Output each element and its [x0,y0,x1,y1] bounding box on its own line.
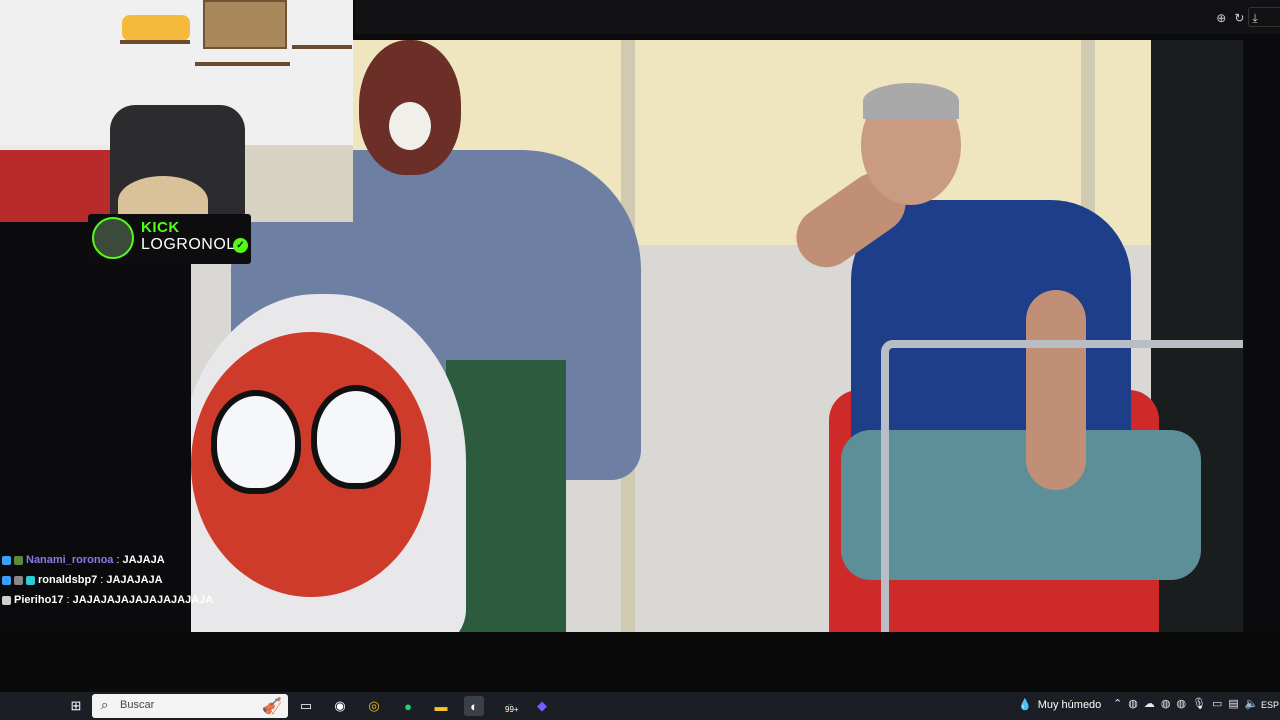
volume-icon[interactable]: 🔈 [1245,697,1259,710]
verified-icon: ✓ [233,238,248,253]
weather-widget[interactable]: 💧 Muy húmedo [1018,698,1102,712]
tray-app-icon[interactable]: ◍ [1176,697,1186,710]
avatar [92,217,134,259]
bed [230,145,353,222]
steam-icon[interactable]: ◉ [330,696,350,716]
cloud-icon[interactable]: ☁ [1144,697,1155,710]
chat-overlay: Nanami_roronoa : JAJAJA ronaldsbp7 : JAJ… [2,550,262,610]
obs-icon[interactable]: ◐ [464,696,484,716]
red-blanket [0,150,110,222]
spiderman-eye-right [311,385,401,489]
shelf [292,45,352,49]
whatsapp-badge: 99+ [503,705,521,714]
chrome-icon[interactable]: ◎ [364,696,384,716]
kick-channel-badge: KICK LOGRONOL ✓ [88,214,251,264]
man-hair [863,83,959,119]
search-placeholder: Buscar [120,699,155,711]
notification-bar: ⊕ ↻ ⤓ [355,0,1280,34]
dimmed-background [0,632,1280,692]
chevron-up-icon[interactable]: ⌃ [1113,697,1122,710]
webcam-overlay [0,0,353,222]
shelf [195,62,290,66]
search-icon: ⌕ [101,697,109,712]
kick-logo-text: KICK [141,219,180,236]
badge-icon [2,575,11,585]
channel-name: LOGRONOL [141,236,236,253]
chat-text: JAJAJAJAJAJAJAJAJAJA [72,594,214,606]
network-icon[interactable]: ▤ [1228,697,1238,710]
tray-app-icon[interactable]: ◍ [1128,697,1138,710]
walker-frame [881,340,1243,632]
chat-message: Pieriho17 : JAJAJAJAJAJAJAJAJAJA [2,590,262,610]
dummy-mouth [389,102,431,150]
chat-separator: : [116,554,120,566]
taskbar: ⊞ ⌕ Buscar 🎻 ▭ ◉ ◎ ● ▬ ◐ ◌ 99+ ◆ 💧 Muy h… [0,692,1280,720]
windows-start-icon[interactable]: ⊞ [66,696,86,716]
badge-icon [26,575,35,585]
zoom-in-icon[interactable]: ⊕ [1216,11,1226,25]
badge-icon [2,555,11,565]
taskbar-search[interactable]: ⌕ Buscar 🎻 [92,694,288,718]
language-indicator[interactable]: ESP [1261,700,1279,710]
chat-separator: : [100,574,104,586]
chat-separator: : [66,594,70,606]
redo-icon[interactable]: ↻ [1234,11,1244,25]
file-explorer-icon[interactable]: ▬ [431,696,451,716]
download-icon[interactable]: ⤓ [1252,11,1257,26]
chat-username[interactable]: Pieriho17 [14,594,64,606]
badge-icon [2,595,11,605]
toy-figures [122,15,190,41]
chat-message: ronaldsbp7 : JAJAJAJA [2,570,262,590]
spotify-icon[interactable]: ● [398,696,418,716]
task-view-icon[interactable]: ▭ [296,696,316,716]
system-tray: ⌃ ◍ ☁ ◍ ◍ 🎙 ▭ ▤ 🔈 [1113,697,1259,710]
weather-text: Muy húmedo [1037,698,1102,711]
photo-frame [203,0,287,49]
spiderman-eye-left [211,390,301,494]
chat-text: JAJAJAJA [106,574,163,586]
shelf [120,40,190,44]
microphone-icon[interactable]: 🎙 [1192,697,1206,710]
chat-username[interactable]: ronaldsbp7 [38,574,97,586]
tray-app-icon[interactable]: ◍ [1161,697,1171,710]
discord-icon[interactable]: ◆ [532,696,552,716]
viewer-toolbar: ⊕ ↻ ⤓ [1194,6,1280,30]
display-icon[interactable]: ▭ [1212,697,1222,710]
chat-message: Nanami_roronoa : JAJAJA [2,550,262,570]
search-highlight-icon: 🎻 [262,698,282,715]
water-drop-icon: 💧 [1018,699,1032,711]
badge-icon [14,555,23,565]
badge-icon [14,575,23,585]
chat-text: JAJAJA [122,554,165,566]
chat-username[interactable]: Nanami_roronoa [26,554,113,566]
